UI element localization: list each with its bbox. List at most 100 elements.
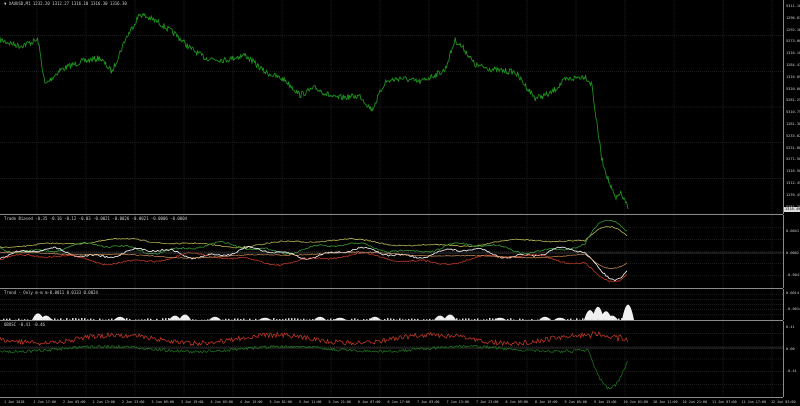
histogram-bar — [54, 318, 56, 320]
time-axis-label: 11 Jun 07:00 — [712, 400, 737, 404]
histogram-bar — [417, 318, 419, 320]
histogram-bar — [147, 318, 149, 320]
indicator-1-title: Trade Biased -0.35 -0.16 -0.12 -0.03 -0.… — [4, 216, 188, 221]
histogram-bar — [234, 318, 236, 320]
price-axis-label: 5311.10 — [786, 4, 800, 8]
price-axis-label: 5320.00 — [786, 86, 800, 91]
signal-line — [0, 219, 628, 255]
histogram-bar — [561, 319, 563, 320]
histogram-bar — [120, 318, 122, 320]
histogram-bar — [393, 318, 395, 320]
indicator-pane-2[interactable]: Trend - Only m-m m-0.0011 0.0133 0.0024 — [0, 289, 783, 321]
indicator-3-title: OBOSC -0.41 -0.46 — [4, 322, 45, 327]
histogram-bar — [117, 319, 119, 320]
price-axis-label: 1316.50 — [786, 169, 800, 174]
histogram-bar — [567, 319, 569, 320]
histogram-bar — [543, 318, 545, 320]
histogram-bar — [465, 318, 467, 320]
histogram-bar — [351, 318, 353, 320]
histogram-bar — [369, 318, 371, 320]
time-axis-label: 8 Jun 09:00 — [505, 400, 528, 404]
histogram-bar — [264, 318, 266, 320]
indicator-3-axis-label: -0.41 — [786, 369, 797, 373]
histogram-bar — [459, 319, 461, 320]
indicator-3-axis: 0.41 0.00 -0.41 — [783, 321, 800, 397]
histogram-bar — [225, 318, 227, 320]
time-axis-label: 4 Jun 05:00 — [210, 400, 233, 404]
histogram-bar — [93, 319, 95, 320]
histogram-bar — [237, 318, 239, 320]
time-axis-label: 6 Jun 07:00 — [358, 400, 381, 404]
histogram-bar — [603, 318, 605, 320]
histogram-bar — [69, 319, 71, 320]
price-pane[interactable]: ▼ XAUUSD,M1 1232.20 1312.27 1316.10 1316… — [0, 0, 783, 215]
price-axis-label: 5281.25 — [786, 98, 800, 103]
price-axis-label: 1296.63 — [786, 15, 800, 20]
histogram-bar — [456, 318, 458, 320]
histogram-bar — [477, 318, 479, 320]
histogram-bar — [585, 319, 587, 320]
histogram-bar — [423, 319, 425, 320]
time-axis-label: 8 Jun 19:00 — [535, 400, 558, 404]
histogram-bar — [378, 318, 380, 320]
indicator-1-axis-label: 0.0041 — [786, 229, 799, 233]
histogram-bar — [615, 318, 617, 320]
histogram-bar — [135, 319, 137, 320]
time-axis-label: 4 Jun 15:00 — [240, 400, 263, 404]
price-axis-label: 5231.00 — [786, 145, 800, 150]
histogram-bar — [75, 318, 77, 320]
histogram-bar — [330, 318, 332, 320]
histogram-bar — [60, 318, 62, 320]
price-axis-label: 1292.16 — [786, 27, 800, 32]
histogram-bar — [462, 318, 464, 320]
histogram-bar — [372, 318, 374, 320]
histogram-bar — [150, 318, 152, 320]
histogram-bar — [486, 319, 488, 320]
histogram-bar — [297, 318, 299, 320]
indicator-2-axis: 0.0014 -0.0014 — [783, 289, 800, 320]
histogram-bar — [309, 319, 311, 320]
histogram-bar — [582, 318, 584, 320]
price-series-line — [0, 12, 629, 210]
time-axis-label: 6 Jun 17:00 — [387, 400, 410, 404]
histogram-bar — [90, 318, 92, 320]
time-axis-label: 7 Jun 03:00 — [417, 400, 440, 404]
histogram-bar — [114, 319, 116, 320]
histogram-bar — [24, 319, 26, 320]
indicator-pane-1[interactable]: Trade Biased -0.35 -0.16 -0.12 -0.03 -0.… — [0, 215, 783, 289]
histogram-bar — [3, 318, 5, 320]
histogram-bar — [168, 318, 170, 320]
price-axis-label: 5271.50 — [786, 157, 800, 162]
histogram-bar — [171, 318, 173, 320]
price-axis-label: 1284.43 — [786, 63, 800, 67]
histogram-bar — [33, 318, 35, 320]
histogram-bar — [18, 318, 20, 320]
indicator-2-axis-label: 0.0014 — [786, 291, 799, 295]
histogram-bar — [312, 319, 314, 320]
histogram-bar — [363, 319, 365, 320]
histogram-bar — [495, 318, 497, 320]
time-axis-label: 2 Jun 23:00 — [122, 400, 145, 404]
histogram-bar — [387, 318, 389, 320]
histogram-bar — [540, 319, 542, 320]
histogram-bar — [285, 318, 287, 320]
histogram-bar — [483, 319, 485, 320]
histogram-bar — [48, 318, 50, 320]
histogram-bar — [6, 318, 8, 320]
histogram-bar — [354, 318, 356, 320]
price-axis: 5311.10 1296.63 1292.16 5273.00 1316.10 1284.… — [783, 0, 800, 214]
time-axis-label: 9 Jun 15:00 — [594, 400, 617, 404]
histogram-bar — [606, 319, 608, 320]
histogram-bar — [177, 318, 179, 320]
histogram-bar — [282, 319, 284, 320]
price-axis-label: 1316.10 — [786, 51, 800, 56]
histogram-bar — [621, 318, 623, 320]
histogram-bar — [333, 319, 335, 320]
time-axis-label: 1 Jun 17:00 — [33, 400, 56, 404]
time-axis-label: 10 Jun 21:00 — [682, 400, 708, 404]
price-axis-label: 5233.02 — [786, 133, 800, 138]
histogram-bar — [186, 319, 188, 320]
time-axis-label: 5 Jun 11:00 — [299, 400, 322, 404]
indicator-pane-3[interactable]: OBOSC -0.41 -0.46 — [0, 321, 783, 398]
histogram-bar — [255, 318, 257, 320]
